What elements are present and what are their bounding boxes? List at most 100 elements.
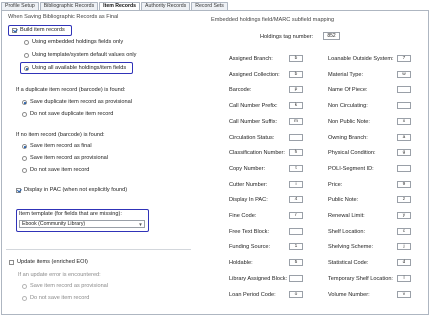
mapping-input-renewal-limit[interactable]: y xyxy=(397,212,411,219)
section-title-saving: When Saving Bibliographic Records as Fin… xyxy=(8,14,119,20)
mapping-input-assigned-branch[interactable]: b xyxy=(289,55,303,62)
mapping-label-shelf-location: Shelf Location: xyxy=(328,228,366,235)
mapping-label-poli-segment-id: POLI-Segment ID: xyxy=(328,165,374,172)
build-item-records-label: Build item records xyxy=(20,27,65,33)
mapping-input-free-text-block[interactable] xyxy=(289,227,303,235)
mapping-label-statistical-code: Statistical Code: xyxy=(328,260,369,267)
radio-template-defaults[interactable] xyxy=(24,53,29,58)
radio-all-fields[interactable] xyxy=(24,66,29,71)
mapping-label-temporary-shelf-location: Temporary Shelf Location: xyxy=(328,275,393,282)
update-items-label: Update items (enriched EOI) xyxy=(17,259,88,265)
mapping-input-price[interactable]: 9 xyxy=(397,180,411,188)
radio-dup-provisional-label: Save duplicate item record as provisiona… xyxy=(30,99,132,105)
mapping-label-free-text-block: Free Text Block: xyxy=(229,228,269,235)
mapping-input-barcode[interactable]: p xyxy=(289,86,303,94)
radio-all-fields-label: Using all available holdings/item fields xyxy=(32,65,127,71)
tab-profile-setup[interactable]: Profile Setup xyxy=(1,2,39,10)
mapping-input-display-in-pac[interactable]: 4 xyxy=(289,196,303,204)
tab-authority-records[interactable]: Authority Records xyxy=(141,2,191,10)
mapping-input-shelf-location[interactable]: c xyxy=(397,227,411,235)
mapping-input-circulation-status[interactable] xyxy=(289,133,303,141)
mapping-label-assigned-collection: Assigned Collection: xyxy=(229,71,280,78)
item-template-select[interactable]: Ebook (Community Library) ▼ xyxy=(19,220,145,228)
radio-dup-nosave[interactable] xyxy=(22,112,27,117)
radio-noitem-nosave-label: Do not save item record xyxy=(30,167,90,173)
radio-dup-nosave-label: Do not save duplicate item record xyxy=(30,111,114,117)
mapping-label-non-public-note: Non Public Note: xyxy=(328,118,370,125)
mapping-label-renewal-limit: Renewal Limit: xyxy=(328,213,365,219)
mapping-input-owning-branch[interactable]: a xyxy=(397,133,411,141)
mapping-input-call-number-suffix[interactable]: m xyxy=(289,117,303,125)
mapping-input-holdable[interactable]: 5 xyxy=(289,259,303,267)
mapping-input-public-note[interactable]: z xyxy=(397,196,411,204)
item-template-label: Item template (for fields that are missi… xyxy=(19,211,122,217)
mapping-input-loanable-outside-system[interactable]: 7 xyxy=(397,55,411,62)
display-in-pac-label: Display in PAC (when not explicitly foun… xyxy=(24,187,128,193)
tab-bibliographic-records[interactable]: Bibliographic Records xyxy=(39,2,99,10)
radio-template-defaults-label: Using template/system default values onl… xyxy=(32,52,137,58)
holdings-tag-input[interactable]: 852 xyxy=(323,32,340,40)
tab-record-sets[interactable]: Record Sets xyxy=(191,2,228,10)
mapping-label-public-note: Public Note: xyxy=(328,197,359,204)
mapping-input-classification-number[interactable]: h xyxy=(289,149,303,157)
display-in-pac-checkbox[interactable] xyxy=(16,188,21,193)
mapping-input-name-of-piece[interactable] xyxy=(397,86,411,94)
mapping-label-loan-period-code: Loan Period Code: xyxy=(229,291,276,298)
mapping-label-library-assigned-block: Library Assigned Block: xyxy=(229,275,288,282)
mapping-input-temporary-shelf-location[interactable]: l xyxy=(397,274,411,282)
radio-noitem-provisional[interactable] xyxy=(22,156,27,161)
radio-embedded-holdings-label: Using embedded holdings fields only xyxy=(32,39,124,45)
radio-noitem-provisional-label: Save item record as provisional xyxy=(30,155,109,161)
mapping-label-display-in-pac: Display In PAC: xyxy=(229,197,268,204)
mapping-label-shelving-scheme: Shelving Scheme: xyxy=(328,244,374,251)
radio-dup-provisional[interactable] xyxy=(22,100,27,105)
build-item-records-checkbox[interactable] xyxy=(12,28,17,33)
radio-noitem-final-label: Save item record as final xyxy=(30,143,92,149)
mapping-input-statistical-code[interactable]: d xyxy=(397,259,411,267)
radio-noitem-nosave[interactable] xyxy=(22,168,27,173)
radio-update-provisional[interactable] xyxy=(22,284,27,289)
mapping-label-holdable: Holdable: xyxy=(229,260,253,267)
mapping-input-shelving-scheme[interactable]: j xyxy=(397,243,411,251)
radio-update-provisional-label: Save item record as provisional xyxy=(30,283,109,289)
mapping-input-funding-source[interactable]: 1 xyxy=(289,243,303,251)
mapping-label-circulation-status: Circulation Status: xyxy=(229,134,275,141)
mapping-input-physical-condition[interactable]: g xyxy=(397,149,411,157)
update-error-heading: If an update error is encountered: xyxy=(18,272,101,278)
update-items-checkbox[interactable] xyxy=(9,260,14,265)
item-records-panel: When Saving Bibliographic Records as Fin… xyxy=(1,10,429,315)
mapping-label-cutter-number: Cutter Number: xyxy=(229,181,268,188)
mapping-label-funding-source: Funding Source: xyxy=(229,244,271,251)
mapping-input-volume-number[interactable]: v xyxy=(397,290,411,298)
radio-embedded-holdings[interactable] xyxy=(24,40,29,45)
mapping-input-cutter-number[interactable]: i xyxy=(289,180,303,188)
mapping-label-fine-code: Fine Code: xyxy=(229,213,257,219)
mapping-label-volume-number: Volume Number: xyxy=(328,291,370,298)
mapping-input-call-number-prefix[interactable]: k xyxy=(289,102,303,110)
section-title-mapping: Embedded holdings field/MARC subfield ma… xyxy=(211,17,335,23)
mapping-input-assigned-collection[interactable]: b xyxy=(289,70,303,78)
mapping-input-non-public-note[interactable]: x xyxy=(397,117,411,125)
mapping-label-owning-branch: Owning Branch: xyxy=(328,134,368,141)
mapping-label-assigned-branch: Assigned Branch: xyxy=(229,56,273,62)
mapping-input-copy-number[interactable]: t xyxy=(289,164,303,172)
duplicate-heading: If a duplicate item record (barcode) is … xyxy=(16,87,126,93)
mapping-input-material-type[interactable]: w xyxy=(397,70,411,78)
radio-noitem-final[interactable] xyxy=(22,144,27,149)
mapping-input-loan-period-code[interactable]: o xyxy=(289,290,303,298)
chevron-down-icon[interactable]: ▼ xyxy=(138,222,143,227)
radio-update-nosave-label: Do not save item record xyxy=(30,295,90,301)
item-template-value: Ebook (Community Library) xyxy=(22,221,86,227)
radio-update-nosave[interactable] xyxy=(22,296,27,301)
holdings-tag-label: Holdings tag number: xyxy=(260,34,314,40)
mapping-input-poli-segment-id[interactable] xyxy=(397,164,411,172)
mapping-input-fine-code[interactable]: r xyxy=(289,212,303,219)
mapping-label-price: Price: xyxy=(328,181,343,188)
mapping-label-call-number-prefix: Call Number Prefix: xyxy=(229,103,278,110)
mapping-input-non-circulating[interactable] xyxy=(397,102,411,110)
mapping-label-classification-number: Classification Number: xyxy=(229,150,285,157)
mapping-label-material-type: Material Type: xyxy=(328,71,364,78)
mapping-input-library-assigned-block[interactable] xyxy=(289,274,303,282)
divider xyxy=(6,249,191,250)
mapping-label-non-circulating: Non Circulating: xyxy=(328,103,368,110)
